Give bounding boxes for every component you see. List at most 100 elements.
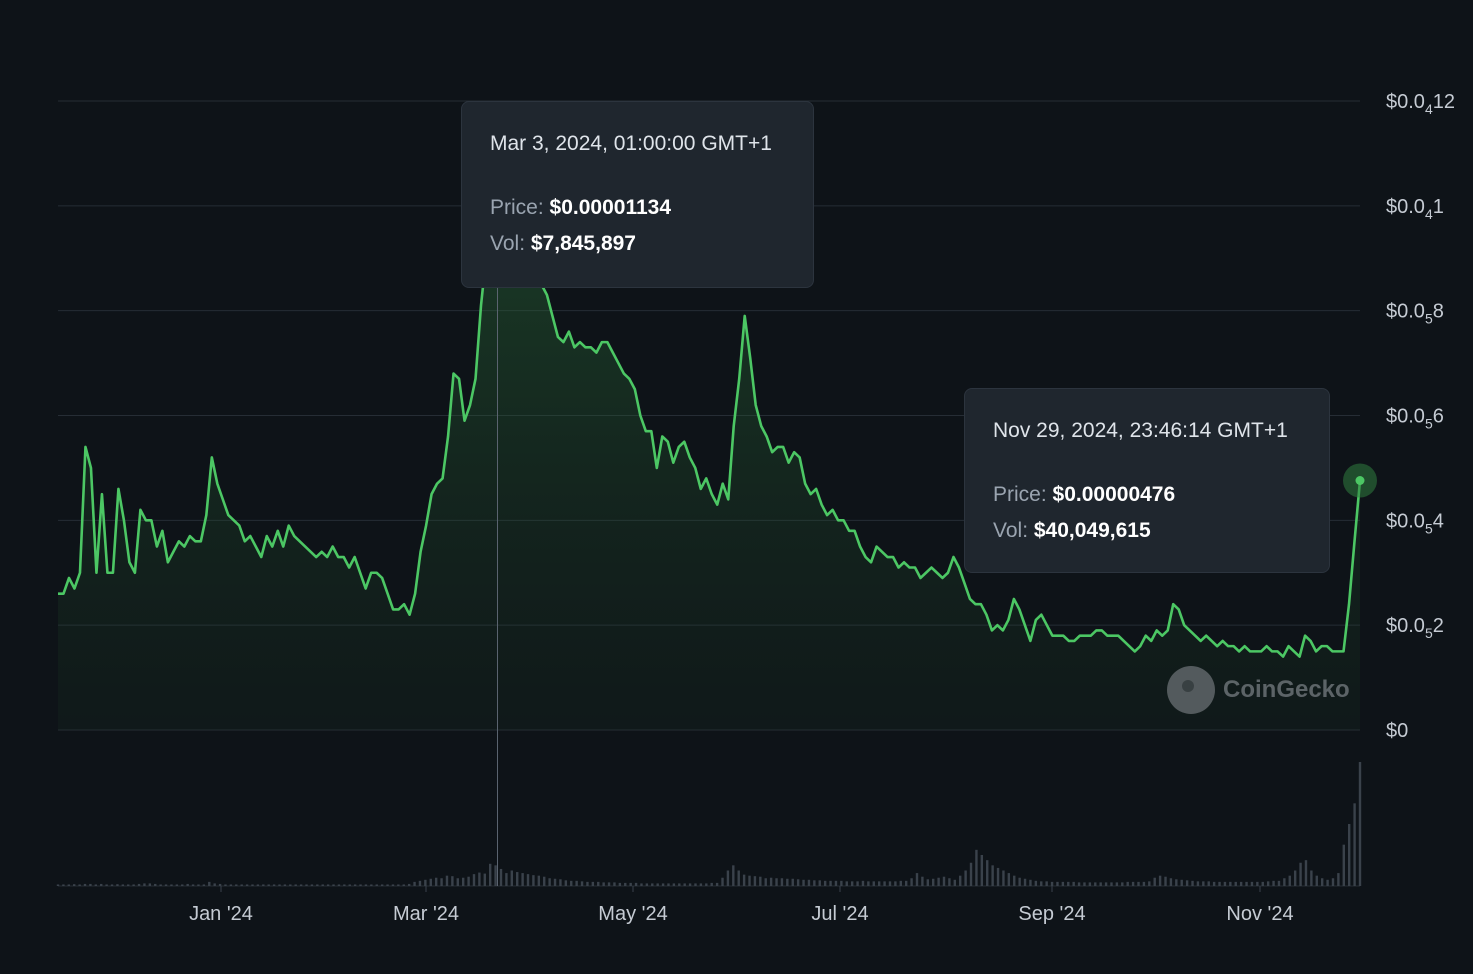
volume-bar <box>959 875 962 886</box>
y-tick-subscript: 5 <box>1425 311 1433 327</box>
volume-bar <box>505 873 508 886</box>
volume-bar <box>780 878 784 886</box>
volume-bar <box>888 881 892 886</box>
volume-bar <box>807 879 811 886</box>
volume-bar <box>786 878 789 886</box>
volume-bar <box>570 880 573 886</box>
volume-bars <box>56 762 1362 886</box>
volume-bar <box>1002 870 1005 886</box>
volume-bar <box>78 884 81 886</box>
volume-bar <box>1212 881 1216 886</box>
volume-bar <box>62 884 65 886</box>
volume-bar <box>310 884 314 886</box>
volume-bar <box>326 884 330 886</box>
volume-bar <box>850 881 854 886</box>
volume-bar <box>1283 878 1286 886</box>
volume-bar <box>445 875 449 886</box>
volume-bar <box>1153 877 1156 886</box>
volume-bar <box>472 874 476 886</box>
volume-bar <box>510 870 514 886</box>
volume-bar <box>294 884 297 886</box>
volume-bar <box>224 884 227 886</box>
volume-bar <box>191 884 195 886</box>
volume-bar <box>986 860 989 886</box>
volume-bar <box>1056 881 1059 886</box>
volume-bar <box>1326 879 1329 886</box>
volume-bar <box>1353 803 1356 886</box>
volume-bar <box>667 883 670 886</box>
x-tick-label: Jul '24 <box>811 903 868 925</box>
volume-bar <box>424 879 427 886</box>
volume-bar <box>672 883 676 886</box>
volume-bar <box>1250 881 1254 886</box>
volume-bar <box>89 883 92 886</box>
volume-bar <box>742 874 746 886</box>
volume-bar <box>1347 824 1351 886</box>
volume-bar <box>769 877 773 886</box>
volume-bar <box>791 878 794 886</box>
volume-bar <box>1310 870 1313 886</box>
volume-bar <box>991 865 994 886</box>
volume-bar <box>100 883 103 886</box>
volume-bar <box>413 881 416 886</box>
tooltip-date: Nov 29, 2024, 23:46:14 GMT+1 <box>993 419 1288 442</box>
volume-bar <box>624 882 627 886</box>
volume-bar <box>1023 878 1027 886</box>
tooltip-latest: Nov 29, 2024, 23:46:14 GMT+1 Price: $0.0… <box>964 388 1330 573</box>
tooltip-price-label: Price: <box>993 483 1047 506</box>
volume-bar <box>516 872 519 886</box>
volume-bar <box>1229 881 1232 886</box>
volume-bar <box>537 875 541 886</box>
y-tick-tail: 12 <box>1433 91 1455 113</box>
volume-bar <box>759 876 762 886</box>
price-chart[interactable]: $0 $0.052 $0.054 $0.056 $0.058 $0.041 $0.0412 … <box>0 0 1473 969</box>
x-tick-label: Mar '24 <box>393 903 459 925</box>
volume-bar <box>748 875 751 886</box>
y-tick-tail: 6 <box>1433 406 1444 428</box>
volume-bar <box>170 884 173 886</box>
volume-bar <box>343 884 346 886</box>
volume-bar <box>904 880 908 886</box>
volume-bar <box>267 884 270 886</box>
volume-bar <box>543 876 546 886</box>
volume-bar <box>375 884 378 886</box>
volume-bar <box>1234 881 1237 886</box>
y-tick-label: $0.056 <box>1386 406 1444 432</box>
volume-bar <box>83 883 87 886</box>
volume-bar <box>726 870 730 886</box>
volume-bar <box>1045 881 1048 886</box>
volume-bar <box>548 878 551 886</box>
volume-bar <box>526 874 530 886</box>
y-tick-subscript: 5 <box>1425 625 1433 641</box>
volume-bar <box>364 884 368 886</box>
volume-bar <box>937 877 940 886</box>
y-tick-subscript: 5 <box>1425 520 1433 536</box>
volume-bar <box>467 876 470 886</box>
volume-bar <box>1266 881 1270 886</box>
x-tick-label: Sep '24 <box>1018 903 1085 925</box>
volume-bar <box>137 883 141 886</box>
volume-bar <box>1029 879 1032 886</box>
volume-bar <box>964 870 967 886</box>
volume-bar <box>948 878 951 886</box>
volume-bar <box>278 884 281 886</box>
volume-bar <box>975 849 978 886</box>
volume-bar <box>1315 875 1318 886</box>
tooltip-price-row: Price: $0.00000476 <box>993 483 1301 507</box>
volume-bar <box>694 883 697 886</box>
volume-bar <box>829 880 832 886</box>
volume-bar <box>1142 881 1146 886</box>
volume-bar <box>710 882 713 886</box>
volume-bar <box>218 883 222 886</box>
x-tick-label: Nov '24 <box>1226 903 1293 925</box>
marker-dot-latest <box>1355 475 1365 485</box>
volume-bar <box>1299 862 1302 886</box>
volume-bar <box>289 884 292 886</box>
volume-bar <box>73 884 76 886</box>
y-tick-label: $0 <box>1386 720 1408 742</box>
volume-bar <box>688 883 692 886</box>
volume-bar <box>1175 879 1178 886</box>
volume-bar <box>1137 881 1140 886</box>
volume-bar <box>461 877 465 886</box>
volume-bar <box>1110 882 1113 886</box>
